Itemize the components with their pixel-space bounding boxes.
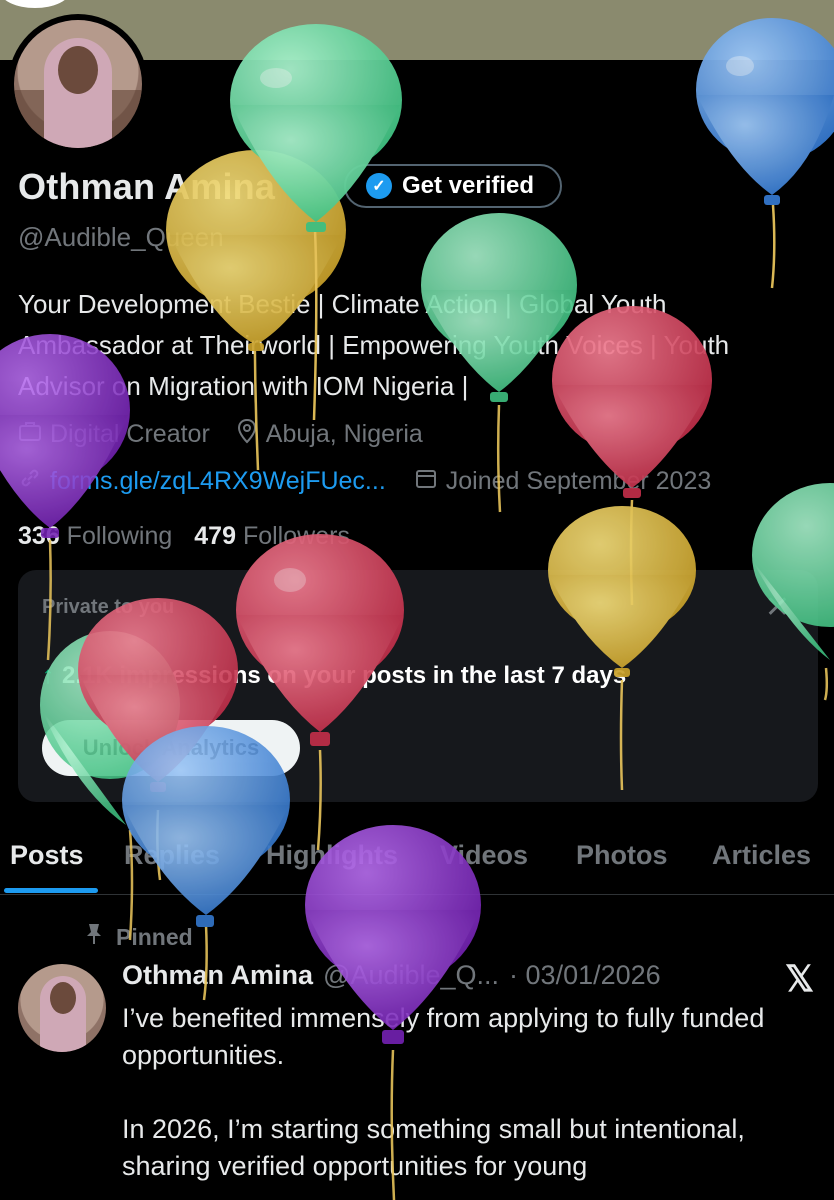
profile-bio: Your Development Bestie | Climate Action… xyxy=(18,289,730,401)
post-date: · 03/01/2026 xyxy=(509,960,661,990)
tab-posts[interactable]: Posts xyxy=(10,840,84,871)
active-tab-indicator xyxy=(4,888,98,893)
impressions-text: ↑ 2.1K impressions on your posts in the l… xyxy=(42,662,627,689)
post-header: Othman Amina @Audible_Q... · 03/01/2026 xyxy=(122,960,661,991)
profile-handle: @Audible_Queen xyxy=(18,222,224,252)
following-stat[interactable]: 336 Following xyxy=(18,522,172,551)
post-author-name[interactable]: Othman Amina xyxy=(122,960,313,991)
arrow-up-icon: ↑ xyxy=(42,662,54,689)
get-verified-button[interactable]: ✓ Get verified xyxy=(344,164,562,208)
profile-category: Digital Creator xyxy=(18,418,210,451)
x-logo-icon: 𝕏 xyxy=(784,958,814,999)
close-icon[interactable]: ✕ xyxy=(765,590,790,625)
profile-joined: Joined September 2023 xyxy=(414,466,711,497)
post-author-avatar[interactable] xyxy=(18,964,106,1052)
back-button[interactable] xyxy=(0,0,70,8)
tab-replies[interactable]: Replies xyxy=(124,840,220,871)
private-label: Private to you xyxy=(42,596,175,618)
briefcase-icon xyxy=(18,420,42,449)
verified-badge-icon: ✓ xyxy=(366,173,392,199)
profile-link[interactable]: forms.gle/zqL4RX9WejFUec... xyxy=(18,466,386,497)
post-author-handle[interactable]: @Audible_Q... xyxy=(323,960,499,991)
location-pin-icon xyxy=(236,418,258,451)
profile-name: Othman Amina xyxy=(18,166,276,207)
tab-articles[interactable]: Articles xyxy=(712,840,811,871)
tab-highlights[interactable]: Highlights xyxy=(266,840,398,871)
pinned-indicator: Pinned xyxy=(84,922,193,952)
followers-stat[interactable]: 479 Followers xyxy=(194,522,350,551)
get-verified-label: Get verified xyxy=(402,172,535,199)
tab-videos[interactable]: Videos xyxy=(440,840,528,871)
profile-tabs: Posts Replies Highlights Videos Photos A… xyxy=(0,830,834,895)
link-icon xyxy=(18,466,42,497)
profile-location: Abuja, Nigeria xyxy=(236,418,423,451)
tab-photos[interactable]: Photos xyxy=(576,840,668,871)
calendar-icon xyxy=(414,466,438,497)
analytics-card: Private to you ✕ ↑ 2.1K impressions on yo… xyxy=(18,570,818,802)
post-body: I’ve benefited immensely from applying t… xyxy=(122,1003,765,1181)
pin-icon xyxy=(84,922,104,952)
profile-avatar[interactable] xyxy=(8,14,148,154)
unlock-analytics-button[interactable]: Unlock Analytics xyxy=(42,720,300,776)
